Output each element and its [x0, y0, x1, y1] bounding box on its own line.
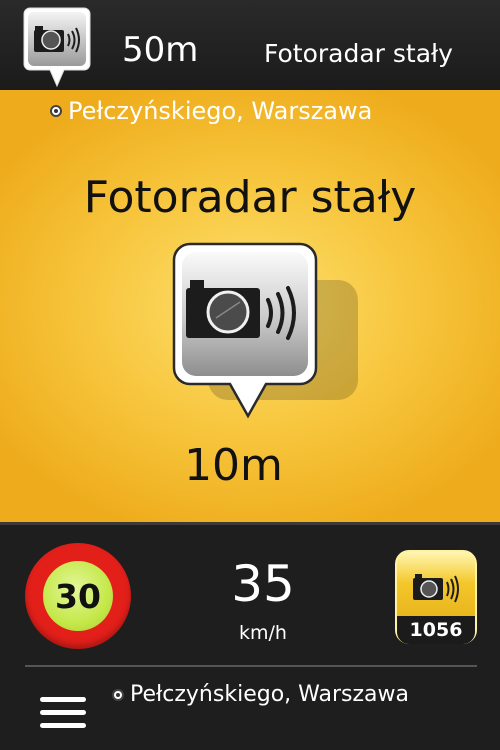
top-bar: 50m Fotoradar stały: [0, 0, 500, 90]
alert-address-text: Pełczyńskiego, Warszawa: [68, 97, 373, 125]
speed-camera-icon: [168, 240, 368, 430]
speed-limit-value: 30: [43, 561, 113, 631]
alert-panel[interactable]: Pełczyńskiego, Warszawa Fotoradar stały: [0, 90, 500, 522]
current-address-text: Pełczyńskiego, Warszawa: [130, 682, 409, 707]
camera-icon: [413, 574, 459, 603]
location-dot-icon: [50, 105, 62, 117]
current-speed: 35: [231, 555, 295, 613]
bottom-panel: 30 35 km/h 1056 Pełczyńskiego, Warszawa: [0, 522, 500, 750]
next-alert-type: Fotoradar stały: [264, 39, 453, 68]
hamburger-menu-icon[interactable]: [40, 697, 86, 733]
alert-distance: 10m: [184, 440, 283, 491]
speed-unit: km/h: [239, 622, 287, 644]
alert-title: Fotoradar stały: [83, 172, 417, 223]
camera-counter-button[interactable]: 1056: [395, 550, 477, 644]
alert-address: Pełczyńskiego, Warszawa: [50, 96, 372, 126]
location-dot-icon: [112, 689, 124, 701]
current-address: Pełczyńskiego, Warszawa: [112, 680, 409, 710]
camera-count: 1056: [397, 616, 475, 644]
divider: [25, 665, 477, 667]
speed-limit-sign: 30: [25, 543, 131, 649]
speed-camera-pin-icon: [22, 6, 92, 92]
next-alert-distance: 50m: [122, 30, 199, 70]
